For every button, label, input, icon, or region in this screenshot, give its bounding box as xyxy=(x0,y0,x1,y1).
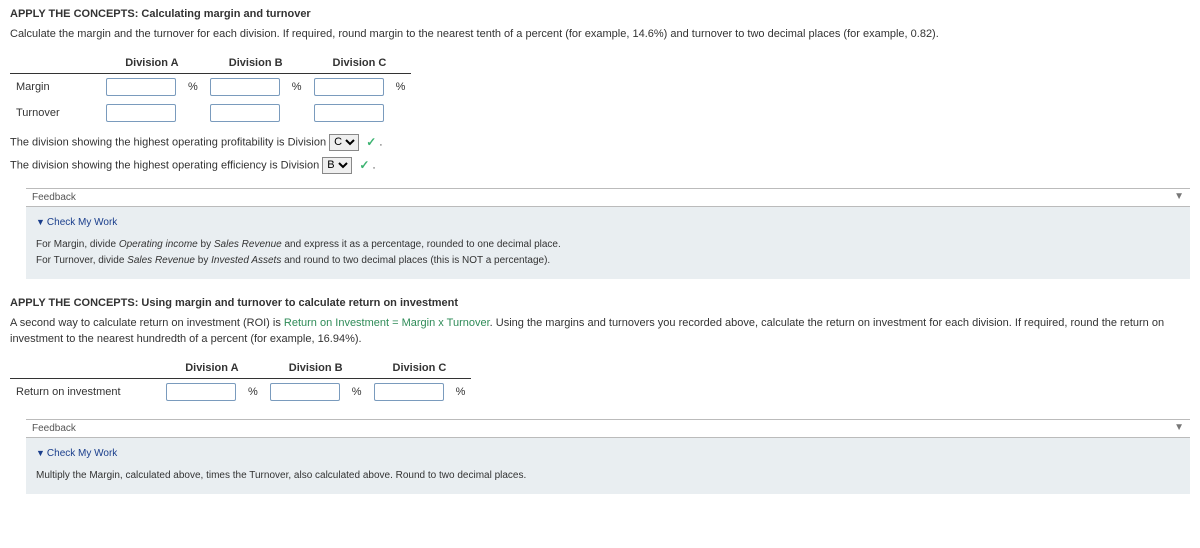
section1-title: APPLY THE CONCEPTS: Calculating margin a… xyxy=(10,8,1190,20)
profitability-sentence: The division showing the highest operati… xyxy=(10,134,1190,151)
cmw-label: Check My Work xyxy=(47,448,117,459)
feedback-line1: For Margin, divide Operating income by S… xyxy=(36,237,1180,253)
pct-symbol: % xyxy=(182,73,204,100)
feedback-body: ▼Check My Work For Margin, divide Operat… xyxy=(26,207,1190,279)
check-my-work-link[interactable]: ▼Check My Work xyxy=(36,446,117,462)
triangle-icon: ▼ xyxy=(36,217,47,227)
profitability-dropdown[interactable]: C xyxy=(329,134,359,151)
row-turnover-label: Turnover xyxy=(10,100,100,126)
period: . xyxy=(379,136,382,148)
pct-symbol: % xyxy=(346,378,368,405)
feedback-line: Multiply the Margin, calculated above, t… xyxy=(36,468,1180,484)
margin-b-input[interactable] xyxy=(210,78,280,96)
roi-table: Division A Division B Division C Return … xyxy=(10,358,471,405)
roi-b-input[interactable] xyxy=(270,383,340,401)
period: . xyxy=(372,159,375,171)
col-division-a: Division A xyxy=(160,358,264,379)
pct-symbol: % xyxy=(242,378,264,405)
feedback-header-label: Feedback xyxy=(32,423,76,434)
col-division-c: Division C xyxy=(368,358,472,379)
check-icon: ✓ xyxy=(362,135,376,149)
feedback-block-1: Feedback ▼ ▼Check My Work For Margin, di… xyxy=(26,188,1190,279)
feedback-header[interactable]: Feedback ▼ xyxy=(26,419,1190,438)
col-blank xyxy=(10,358,160,379)
efficiency-sentence: The division showing the highest operati… xyxy=(10,157,1190,174)
col-division-a: Division A xyxy=(100,53,204,74)
pct-symbol: % xyxy=(450,378,472,405)
col-division-b: Division B xyxy=(204,53,308,74)
sentence2-pre: The division showing the highest operati… xyxy=(10,159,322,171)
expand-icon[interactable]: ▼ xyxy=(1174,422,1184,433)
feedback-header[interactable]: Feedback ▼ xyxy=(26,188,1190,207)
section1-instructions: Calculate the margin and the turnover fo… xyxy=(10,26,1190,43)
roi-c-input[interactable] xyxy=(374,383,444,401)
margin-turnover-table: Division A Division B Division C Margin … xyxy=(10,53,411,126)
feedback-header-label: Feedback xyxy=(32,192,76,203)
turnover-b-input[interactable] xyxy=(210,104,280,122)
sentence1-pre: The division showing the highest operati… xyxy=(10,136,329,148)
triangle-icon: ▼ xyxy=(36,448,47,458)
pct-symbol: % xyxy=(286,73,308,100)
margin-a-input[interactable] xyxy=(106,78,176,96)
expand-icon[interactable]: ▼ xyxy=(1174,191,1184,202)
section2-instructions: A second way to calculate return on inve… xyxy=(10,315,1190,348)
check-my-work-link[interactable]: ▼Check My Work xyxy=(36,215,117,231)
row-margin-label: Margin xyxy=(10,73,100,100)
col-division-c: Division C xyxy=(308,53,412,74)
margin-c-input[interactable] xyxy=(314,78,384,96)
feedback-line2: For Turnover, divide Sales Revenue by In… xyxy=(36,253,1180,269)
turnover-c-input[interactable] xyxy=(314,104,384,122)
col-blank xyxy=(10,53,100,74)
check-icon: ✓ xyxy=(355,158,369,172)
row-roi-label: Return on investment xyxy=(10,378,160,405)
pct-symbol: % xyxy=(390,73,412,100)
efficiency-dropdown[interactable]: B xyxy=(322,157,352,174)
feedback-body: ▼Check My Work Multiply the Margin, calc… xyxy=(26,438,1190,494)
turnover-a-input[interactable] xyxy=(106,104,176,122)
cmw-label: Check My Work xyxy=(47,217,117,228)
col-division-b: Division B xyxy=(264,358,368,379)
section2-title: APPLY THE CONCEPTS: Using margin and tur… xyxy=(10,297,1190,309)
roi-formula: Return on Investment = Margin x Turnover xyxy=(284,317,490,329)
feedback-block-2: Feedback ▼ ▼Check My Work Multiply the M… xyxy=(26,419,1190,494)
roi-a-input[interactable] xyxy=(166,383,236,401)
